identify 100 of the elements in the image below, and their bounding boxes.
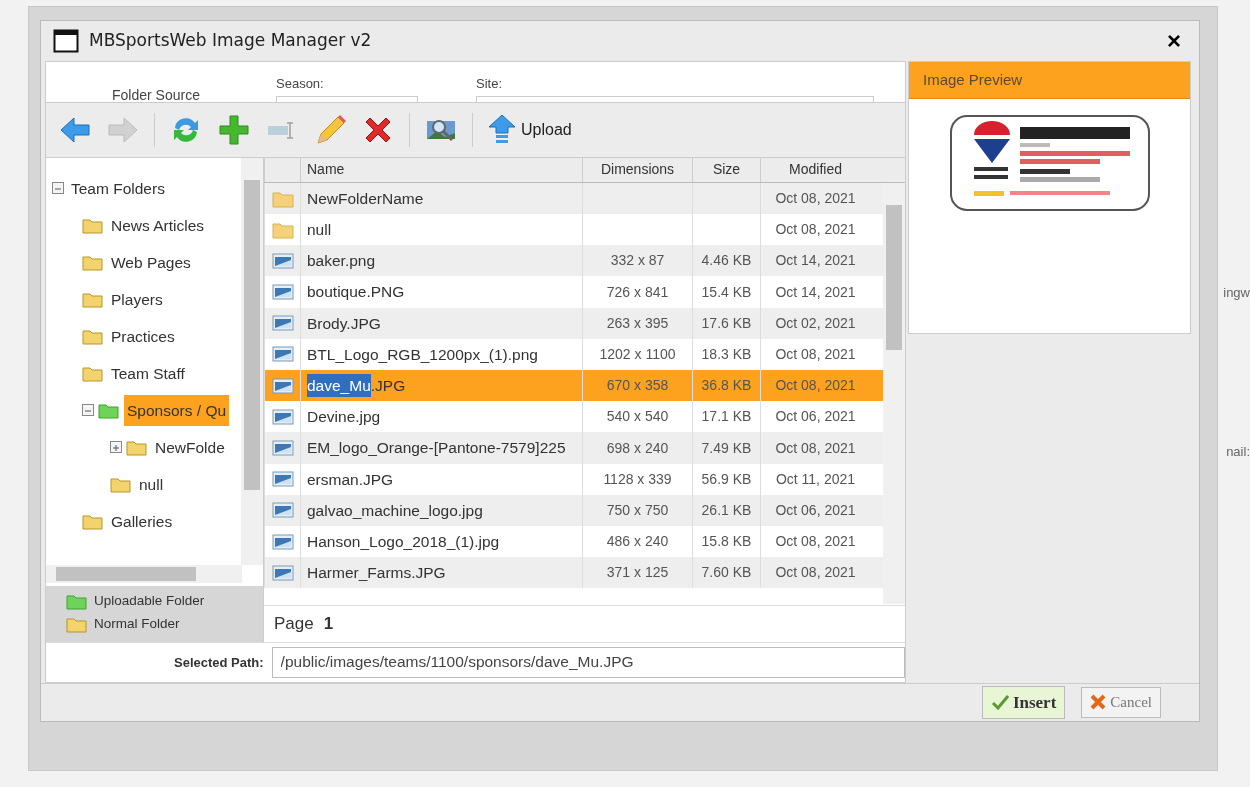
size-cell-text: 7.60 KB bbox=[701, 563, 752, 583]
image-file-icon bbox=[271, 532, 294, 551]
scrollbar[interactable] bbox=[46, 564, 242, 583]
file-row[interactable]: NewFolderName Oct 08, 2021 bbox=[264, 182, 883, 215]
dimensions-cell-text: 670 x 358 bbox=[606, 376, 669, 396]
dimensions-cell-text: 698 x 240 bbox=[606, 438, 669, 458]
folder-icon bbox=[82, 290, 104, 309]
tree-item[interactable]: Web Pages bbox=[108, 246, 194, 279]
image-file-icon bbox=[271, 345, 294, 364]
file-row[interactable]: Brody.JPG 263 x 395 17.6 KB Oct 02, 2021 bbox=[264, 307, 883, 339]
date-cell-text: Oct 11, 2021 bbox=[775, 469, 856, 489]
size-cell-text: 56.9 KB bbox=[701, 469, 752, 489]
date-cell-text: Oct 08, 2021 bbox=[775, 563, 856, 583]
dimensions-cell-text: 540 x 540 bbox=[606, 407, 669, 427]
tree-item[interactable]: Practices bbox=[108, 320, 178, 353]
column-header[interactable]: Name bbox=[300, 157, 582, 182]
size-cell-text: 26.1 KB bbox=[701, 500, 752, 520]
tree-item[interactable]: Team Staff bbox=[108, 357, 188, 390]
background-text: nail: bbox=[1226, 443, 1250, 461]
dimensions-cell-text: 750 x 750 bbox=[606, 500, 669, 520]
folder-source-label: Folder Source bbox=[112, 87, 200, 102]
cancel-button[interactable]: Cancel bbox=[1081, 687, 1161, 718]
site-field[interactable] bbox=[476, 95, 874, 102]
file-row[interactable]: baker.png 332 x 87 4.46 KB Oct 14, 2021 bbox=[264, 245, 883, 277]
scrollbar[interactable] bbox=[241, 157, 263, 565]
season-field[interactable] bbox=[276, 95, 418, 102]
image-file-icon bbox=[271, 439, 294, 457]
folder-icon bbox=[82, 364, 104, 383]
selected-path-field[interactable]: /public/images/teams/1100/sponsors/dave_Mu.JPG bbox=[271, 646, 905, 678]
file-row[interactable]: ersman.JPG 1128 x 339 56.9 KB Oct 11, 2021 bbox=[264, 463, 883, 495]
upload-button[interactable]: Upload bbox=[487, 112, 572, 147]
size-cell-text: 18.3 KB bbox=[701, 344, 752, 364]
image-file-icon bbox=[271, 470, 294, 489]
date-cell-text: Oct 06, 2021 bbox=[775, 500, 856, 520]
uploadable-folder-icon bbox=[66, 592, 88, 611]
checkmark-icon bbox=[990, 694, 1009, 711]
legend-label: Uploadable Folder bbox=[94, 592, 205, 611]
window-icon bbox=[53, 28, 79, 53]
tree-item[interactable]: News Articles bbox=[108, 209, 208, 242]
plus-icon bbox=[217, 112, 251, 147]
scrollbar[interactable] bbox=[883, 182, 905, 604]
size-cell-text: 15.4 KB bbox=[701, 282, 752, 302]
plus-button[interactable] bbox=[217, 112, 251, 147]
image-file-icon bbox=[271, 283, 294, 302]
file-row[interactable]: Harmer_Farms.JPG 371 x 125 7.60 KB Oct 08, 2021 bbox=[264, 557, 883, 589]
file-name: Brody.JPG bbox=[300, 307, 582, 339]
image-file-icon bbox=[271, 376, 294, 395]
date-cell-text: Oct 08, 2021 bbox=[775, 344, 856, 364]
dimensions-cell-text: 371 x 125 bbox=[606, 563, 669, 583]
tree-item[interactable]: Players bbox=[108, 283, 166, 316]
size-cell-text: 17.1 KB bbox=[701, 407, 752, 427]
insert-button[interactable]: Insert bbox=[981, 685, 1066, 720]
tree-item[interactable]: null bbox=[136, 468, 167, 501]
site-label: Site: bbox=[476, 74, 502, 93]
selected-path-label: Selected Path: bbox=[174, 653, 264, 672]
image-file-icon bbox=[271, 563, 294, 582]
date-cell-text: Oct 08, 2021 bbox=[775, 189, 856, 208]
close-icon bbox=[1090, 694, 1107, 711]
folder-icon bbox=[126, 438, 148, 457]
tree-item[interactable]: Team Folders bbox=[68, 172, 168, 205]
file-name: NewFolderName bbox=[300, 182, 582, 215]
file-row[interactable]: boutique.PNG 726 x 841 15.4 KB Oct 14, 2021 bbox=[264, 276, 883, 308]
file-name: galvao_machine_logo.jpg bbox=[300, 494, 582, 526]
dimensions-cell-text: 1128 x 339 bbox=[603, 469, 672, 489]
tree-item[interactable]: Sponsors / Qu bbox=[124, 394, 230, 427]
tree-item[interactable]: Galleries bbox=[108, 505, 176, 538]
image-file-icon bbox=[271, 407, 294, 426]
tree-item[interactable]: NewFolde bbox=[152, 431, 228, 464]
folder-icon bbox=[82, 253, 104, 272]
date-cell-text: Oct 08, 2021 bbox=[775, 376, 856, 396]
dimensions-cell-text: 263 x 395 bbox=[606, 313, 669, 333]
file-name: EM_logo_Orange-[Pantone-7579]225 bbox=[300, 432, 582, 464]
folder-icon bbox=[271, 189, 294, 208]
background-text: ingw bbox=[1223, 284, 1250, 302]
date-cell-text: Oct 02, 2021 bbox=[775, 313, 856, 333]
dimensions-cell-text: 1202 x 1100 bbox=[599, 344, 676, 364]
file-row[interactable]: dave_Mu.JPG 670 x 358 36.8 KB Oct 08, 2021 bbox=[264, 370, 883, 402]
folder-icon bbox=[271, 220, 294, 239]
file-name: boutique.PNG bbox=[300, 276, 582, 308]
file-row[interactable]: galvao_machine_logo.jpg 750 x 750 26.1 KB Oct 06, 2021 bbox=[264, 494, 883, 526]
size-cell-text: 17.6 KB bbox=[701, 313, 752, 333]
dimensions-cell-text: 486 x 240 bbox=[606, 532, 669, 552]
date-cell-text: Oct 08, 2021 bbox=[775, 532, 856, 552]
close-button[interactable]: × bbox=[1161, 28, 1187, 53]
column-header[interactable]: Modified bbox=[760, 157, 870, 182]
folder-icon bbox=[66, 615, 88, 634]
file-name: ersman.JPG bbox=[300, 463, 582, 495]
legend-label: Normal Folder bbox=[94, 615, 180, 634]
column-header[interactable]: Size bbox=[692, 157, 760, 182]
preview-header: Image Preview bbox=[909, 61, 1190, 99]
column-header[interactable]: Dimensions bbox=[582, 157, 692, 182]
file-name: dave_Mu.JPG bbox=[300, 370, 582, 402]
page-number[interactable]: 1 bbox=[323, 611, 334, 637]
size-cell-text: 15.8 KB bbox=[701, 532, 752, 552]
size-cell-text: 4.46 KB bbox=[701, 251, 752, 271]
folder-icon bbox=[110, 475, 132, 494]
folder-icon bbox=[82, 512, 104, 531]
page-label: Page bbox=[274, 613, 314, 636]
folder-icon bbox=[82, 216, 104, 235]
file-row[interactable]: EM_logo_Orange-[Pantone-7579]225 698 x 240 7.49 KB Oct 08, 2021 bbox=[264, 432, 883, 464]
